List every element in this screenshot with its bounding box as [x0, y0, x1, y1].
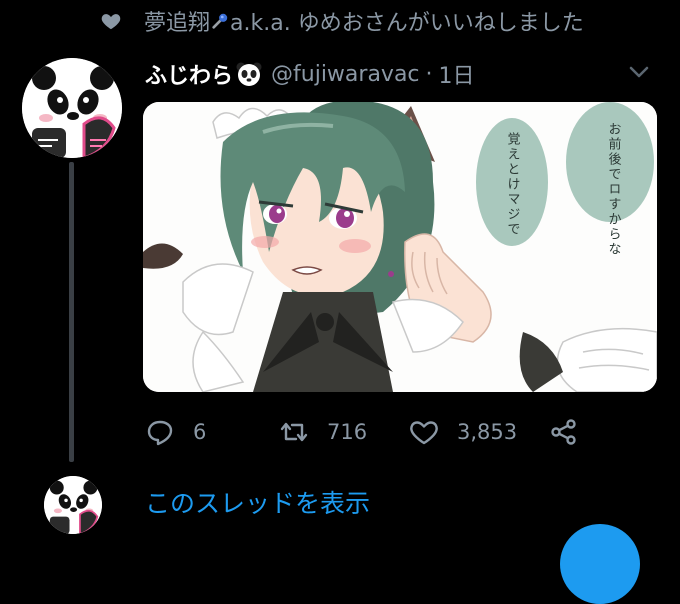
reply-count: 6: [193, 420, 207, 444]
avatar[interactable]: [22, 58, 122, 158]
panda-avatar-image: [22, 58, 122, 158]
liker-name: 夢追翔: [144, 11, 211, 36]
tweet-media-image[interactable]: お前後でロすからな 覚えとけマジで: [143, 102, 657, 392]
retweet-icon: [280, 422, 308, 442]
panda-emoji-icon: [236, 62, 262, 86]
speech-bubble-right-text: お前後でロすからな: [606, 122, 622, 257]
reply-button[interactable]: 6: [145, 412, 206, 452]
speech-bubble-left-text: 覚えとけマジで: [505, 132, 521, 237]
thread-avatar[interactable]: [44, 476, 102, 534]
like-count: 3,853: [457, 420, 518, 444]
share-icon: [551, 419, 576, 445]
microphone-icon: [212, 13, 228, 29]
display-name[interactable]: ふじわら: [145, 58, 233, 90]
retweet-button[interactable]: 716: [279, 412, 367, 452]
timestamp[interactable]: 1日: [439, 58, 475, 90]
like-icon: [410, 421, 438, 445]
handle[interactable]: @fujiwaravac: [271, 62, 420, 87]
panda-avatar-image-small: [44, 476, 102, 534]
heart-icon: [101, 14, 121, 30]
compose-button[interactable]: [560, 524, 640, 604]
tweet-actions: 6 716 3,853: [145, 412, 585, 452]
retweet-count: 716: [327, 420, 368, 444]
chevron-down-icon[interactable]: [628, 64, 650, 80]
social-context[interactable]: 夢追翔 a.k.a. ゆめおさんがいいねしました: [100, 6, 584, 36]
tweet-header: ふじわら @fujiwaravac · 1日: [145, 55, 475, 93]
like-button[interactable]: 3,853: [409, 412, 517, 452]
reply-icon: [147, 420, 173, 446]
share-button[interactable]: [549, 412, 597, 452]
show-thread-link[interactable]: このスレッドを表示: [145, 484, 370, 520]
separator: ·: [425, 61, 433, 87]
liked-text: a.k.a. ゆめおさんがいいねしました: [230, 11, 584, 36]
anime-illustration: お前後でロすからな 覚えとけマジで: [143, 102, 657, 392]
thread-line: [69, 162, 74, 462]
